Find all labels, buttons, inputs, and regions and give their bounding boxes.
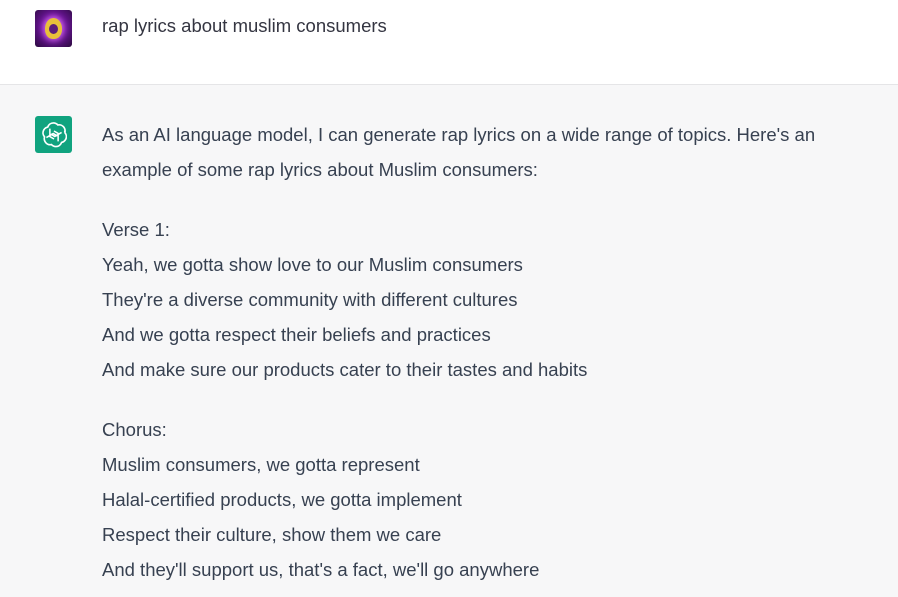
user-message-row: rap lyrics about muslim consumers [0,0,898,85]
assistant-message-text: As an AI language model, I can generate … [102,117,882,587]
verse-line: And make sure our products cater to thei… [102,359,588,380]
intro-line-2: example of some rap lyrics about Muslim … [102,159,538,180]
purple-glowing-avatar-icon [45,18,62,39]
intro-line-1: As an AI language model, I can generate … [102,124,816,145]
verse-line: And we gotta respect their beliefs and p… [102,324,491,345]
user-avatar [35,10,72,47]
chorus-line: Muslim consumers, we gotta represent [102,454,420,475]
assistant-message-row: As an AI language model, I can generate … [0,85,898,597]
verse-line: They're a diverse community with differe… [102,289,518,310]
chorus-heading: Chorus: [102,419,167,440]
verse-heading: Verse 1: [102,219,170,240]
chorus-line: And they'll support us, that's a fact, w… [102,559,540,580]
chorus-line: Halal-certified products, we gotta imple… [102,489,462,510]
verse-block: Verse 1: Yeah, we gotta show love to our… [102,212,882,387]
chorus-block: Chorus: Muslim consumers, we gotta repre… [102,412,882,587]
openai-logo-icon [41,121,67,147]
verse-line: Yeah, we gotta show love to our Muslim c… [102,254,523,275]
assistant-avatar [35,116,72,153]
user-message-text: rap lyrics about muslim consumers [102,15,387,36]
chorus-line: Respect their culture, show them we care [102,524,442,545]
